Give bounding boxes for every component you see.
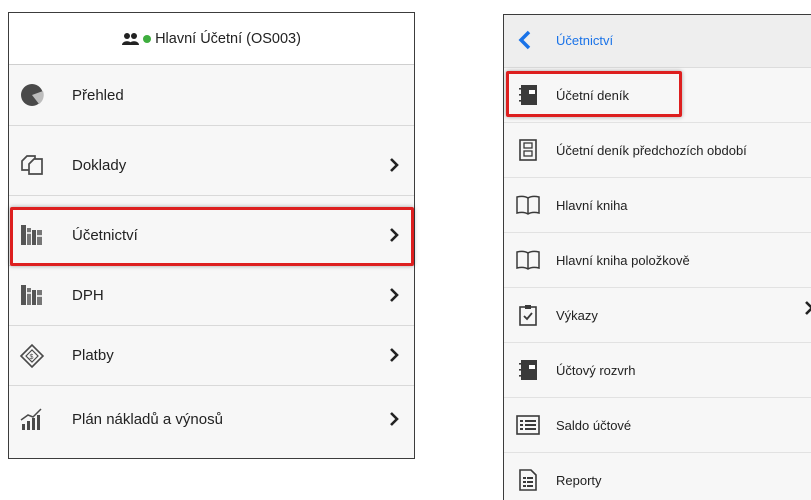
online-status-dot <box>143 34 152 43</box>
menu-item-label: Platby <box>72 346 114 364</box>
clipboard-check-icon <box>519 305 537 326</box>
menu-item-label: Plán nákladů a výnosů <box>72 410 223 428</box>
submenu-item-label: Hlavní kniha položkově <box>556 252 690 268</box>
submenu-item-saldo-uctove[interactable]: Saldo účtové <box>504 398 811 453</box>
submenu-item-uctovy-rozvrh[interactable]: Účtový rozvrh <box>504 343 811 398</box>
menu-item-dph[interactable]: DPH <box>9 265 414 326</box>
submenu-item-label: Účetní deník <box>556 87 629 103</box>
user-header: Hlavní Účetní (OS003) <box>9 13 414 65</box>
list-icon <box>516 415 540 435</box>
menu-item-label: DPH <box>72 286 104 304</box>
submenu-item-hlavni-kniha[interactable]: Hlavní kniha <box>504 178 811 233</box>
submenu-panel: Účetnictví Účetní deník Účetní deník pře… <box>503 14 811 500</box>
submenu-item-label: Hlavní kniha <box>556 197 628 213</box>
main-menu-panel: Hlavní Účetní (OS003) Přehled Doklady Úč… <box>8 12 415 459</box>
menu-item-label: Účetnictví <box>72 226 138 244</box>
submenu-item-label: Účetní deník předchozích období <box>556 142 747 158</box>
menu-item-plan-nakladu[interactable]: Plán nákladů a výnosů <box>9 389 414 449</box>
payment-card-icon: $ <box>19 343 45 368</box>
notebook-icon <box>519 360 537 380</box>
open-book-icon <box>516 195 540 215</box>
menu-item-platby[interactable]: $ Platby <box>9 325 414 386</box>
chevron-right-icon <box>390 158 399 172</box>
documents-icon <box>21 155 43 175</box>
menu-item-prehled[interactable]: Přehled <box>9 65 414 126</box>
svg-text:$: $ <box>30 354 34 361</box>
menu-item-doklady[interactable]: Doklady <box>9 135 414 196</box>
submenu-item-label: Účtový rozvrh <box>556 362 636 378</box>
chevron-right-icon <box>390 348 399 362</box>
users-icon <box>122 32 140 45</box>
growth-chart-icon <box>20 408 42 430</box>
menu-item-ucetnictvi[interactable]: Účetnictví <box>9 205 414 266</box>
books-icon <box>21 225 42 245</box>
submenu-title[interactable]: Účetnictví <box>556 33 613 48</box>
submenu-header: Účetnictví <box>504 15 811 68</box>
ledger-icon <box>519 139 537 161</box>
submenu-item-label: Výkazy <box>556 307 598 323</box>
books-icon <box>21 285 42 305</box>
chevron-right-icon <box>390 288 399 302</box>
submenu-item-label: Saldo účtové <box>556 417 632 433</box>
submenu-item-vykazy[interactable]: Výkazy <box>504 288 811 343</box>
submenu-item-reporty[interactable]: Reporty <box>504 453 811 500</box>
user-role-title: Hlavní Účetní (OS003) <box>155 30 301 47</box>
submenu-item-hlavni-kniha-polozkove[interactable]: Hlavní kniha položkově <box>504 233 811 288</box>
chevron-right-icon <box>390 412 399 426</box>
submenu-item-ucetni-denik[interactable]: Účetní deník <box>504 68 811 123</box>
menu-item-label: Přehled <box>72 86 124 104</box>
back-chevron-icon[interactable] <box>518 30 532 50</box>
open-book-icon <box>516 250 540 270</box>
chevron-right-icon <box>805 301 811 315</box>
report-icon <box>519 469 537 491</box>
chevron-right-icon <box>390 228 399 242</box>
menu-item-label: Doklady <box>72 156 127 174</box>
submenu-item-label: Reporty <box>556 472 602 488</box>
submenu-item-ucetni-denik-predchozich[interactable]: Účetní deník předchozích období <box>504 123 811 178</box>
pie-chart-icon <box>21 84 44 106</box>
notebook-icon <box>519 85 537 105</box>
